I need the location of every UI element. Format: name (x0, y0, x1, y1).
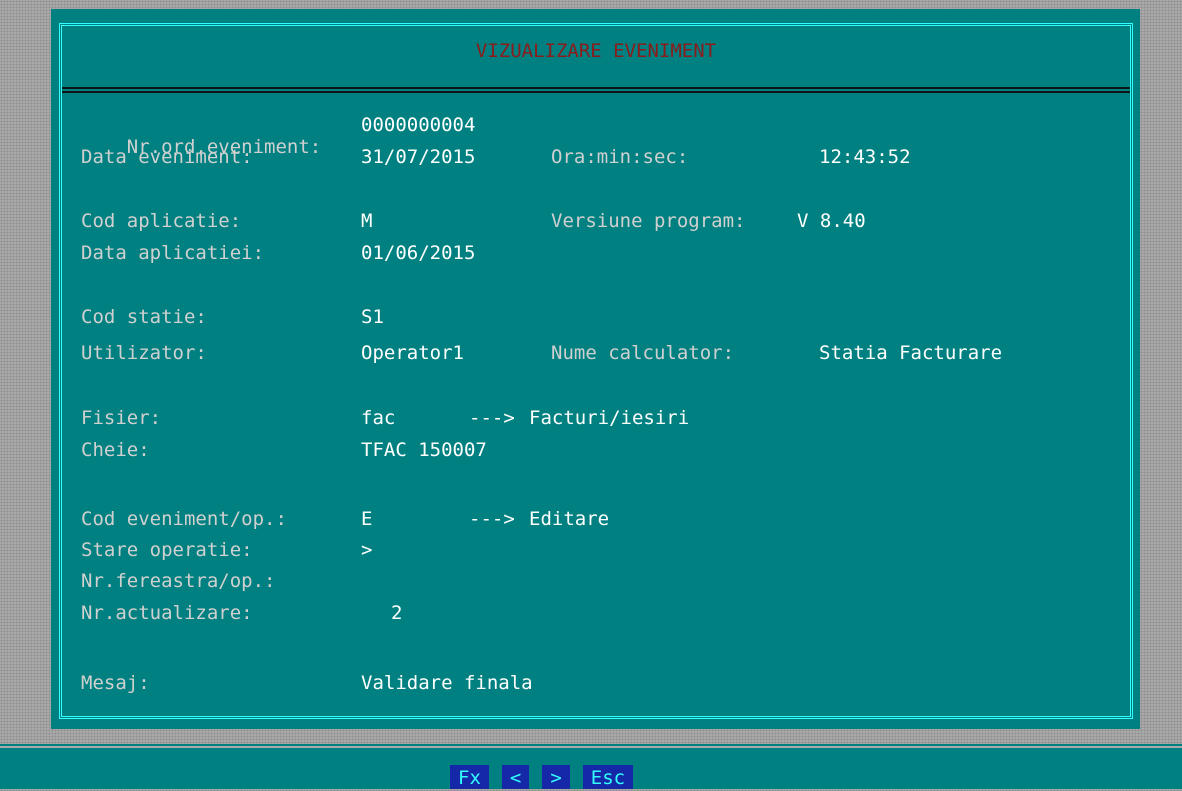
function-keys: Fx < > Esc (450, 765, 634, 789)
field-label-fisier: Fisier: (81, 407, 162, 429)
arrow-cod-eveniment: ---> (469, 508, 515, 530)
field-value-nr-actualizare: 2 (391, 602, 403, 624)
field-label-cod-aplicatie: Cod aplicatie: (81, 210, 242, 232)
field-value-data-aplicatiei: 01/06/2015 (361, 242, 476, 264)
fx-key-button[interactable]: Fx (450, 765, 489, 789)
field-value-ora: 12:43:52 (819, 146, 911, 168)
esc-key-button[interactable]: Esc (582, 765, 634, 789)
field-value-versiune: V 8.40 (797, 210, 866, 232)
field-value-fisier: fac (361, 407, 396, 429)
field-value-nr-ord: 0000000004 (361, 114, 476, 136)
field-label-cod-statie: Cod statie: (81, 306, 207, 328)
field-label-nr-fereastra: Nr.fereastra/op.: (81, 570, 276, 592)
field-value-cod-statie: S1 (361, 306, 384, 328)
field-value-mesaj: Validare finala (361, 672, 533, 694)
field-value-data-eveniment: 31/07/2015 (361, 146, 476, 168)
field-label-ora: Ora:min:sec: (551, 146, 689, 168)
event-view-panel: VIZUALIZARE EVENIMENT Nr.ord.eveniment: … (51, 9, 1140, 729)
field-label-data-aplicatiei: Data aplicatiei: (81, 242, 265, 264)
field-label-mesaj: Mesaj: (81, 672, 150, 694)
field-label-cheie: Cheie: (81, 439, 150, 461)
field-value-utilizator: Operator1 (361, 342, 464, 364)
field-value-cod-eveniment: E (361, 508, 373, 530)
field-label-versiune: Versiune program: (551, 210, 746, 232)
field-label-nr-actualizare: Nr.actualizare: (81, 602, 253, 624)
field-value-cheie: TFAC 150007 (361, 439, 487, 461)
prev-key-button[interactable]: < (501, 765, 530, 789)
field-label-nume-calculator: Nume calculator: (551, 342, 735, 364)
field-label-data-eveniment: Data eveniment: (81, 146, 253, 168)
field-label-cod-eveniment: Cod eveniment/op.: (81, 508, 287, 530)
field-label-utilizator: Utilizator: (81, 342, 207, 364)
field-value-cod-eveniment-desc: Editare (529, 508, 610, 530)
next-key-button[interactable]: > (542, 765, 570, 789)
window-title: VIZUALIZARE EVENIMENT (475, 40, 717, 62)
title-separator (62, 87, 1130, 93)
field-value-stare-operatie: > (361, 539, 373, 561)
field-value-cod-aplicatie: M (361, 210, 373, 232)
field-value-fisier-desc: Facturi/iesiri (529, 407, 690, 429)
field-label-stare-operatie: Stare operatie: (81, 539, 253, 561)
field-value-nume-calculator: Statia Facturare (819, 342, 1003, 364)
arrow-fisier: ---> (469, 407, 515, 429)
